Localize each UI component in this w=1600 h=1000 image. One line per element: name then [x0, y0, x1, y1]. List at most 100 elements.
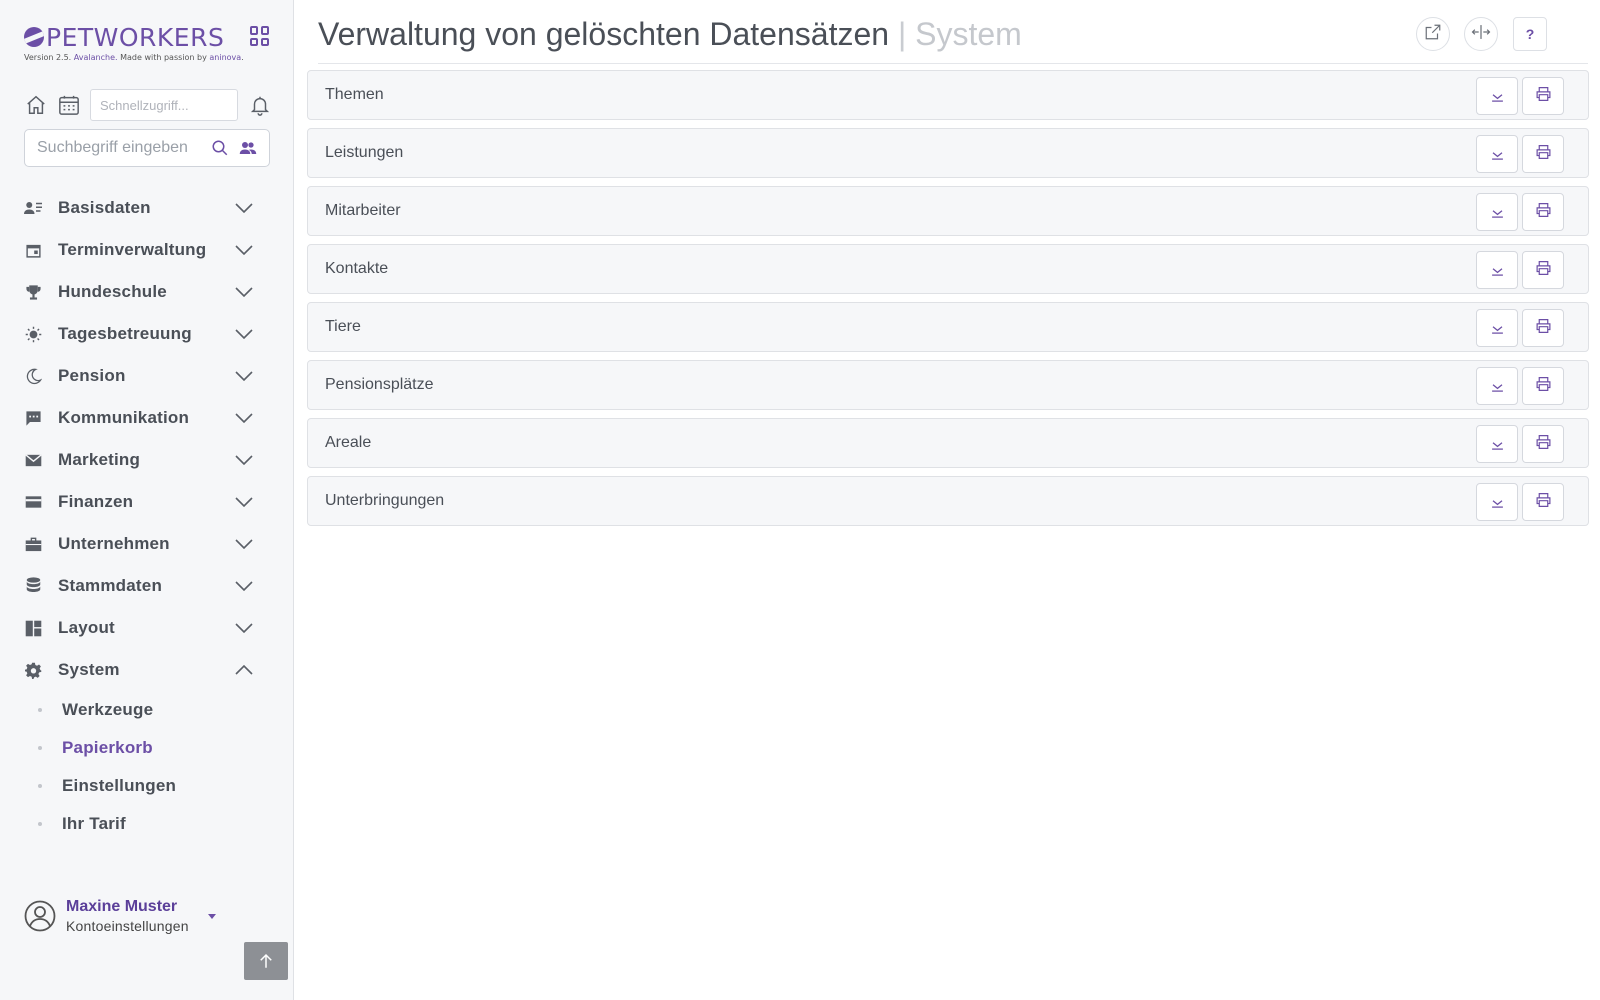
users-icon[interactable] [237, 137, 259, 159]
nav-item-unternehmen[interactable]: Unternehmen [24, 523, 254, 565]
subnav-item-papierkorb[interactable]: Papierkorb [24, 729, 254, 767]
user-menu[interactable]: Maxine Muster Kontoeinstellungen [24, 896, 224, 936]
nav-item-kommunikation[interactable]: Kommunikation [24, 397, 254, 439]
bullet-dot [38, 746, 42, 750]
panel-unterbringungen[interactable]: Unterbringungen [307, 476, 1589, 526]
subnav-label: Werkzeuge [62, 700, 154, 719]
version-name: Avalanche. [73, 53, 118, 62]
home-icon[interactable] [24, 93, 48, 117]
page-header: Verwaltung von gelöschten Datensätzen | … [318, 14, 1588, 64]
nav-label: Terminverwaltung [58, 240, 207, 259]
nav-item-stammdaten[interactable]: Stammdaten [24, 565, 254, 607]
account-settings-link[interactable]: Kontoeinstellungen [66, 917, 189, 935]
panel-pensionsplaetze[interactable]: Pensionsplätze [307, 360, 1589, 410]
brand-logo[interactable]: PETWORKERS [24, 22, 224, 52]
nav-label: Tagesbetreuung [58, 324, 192, 343]
briefcase-icon [24, 535, 42, 553]
open-external-button[interactable] [1416, 17, 1450, 51]
collapse-button[interactable] [1476, 367, 1518, 405]
collapse-button[interactable] [1476, 77, 1518, 115]
nav-label: Layout [58, 618, 115, 637]
subnav-item-einstellungen[interactable]: Einstellungen [24, 767, 254, 805]
database-icon [24, 577, 42, 595]
print-icon [1535, 492, 1552, 512]
print-button[interactable] [1522, 309, 1564, 347]
bullet-dot [38, 708, 42, 712]
chevron-down-icon [234, 366, 254, 386]
bullet-dot [38, 784, 42, 788]
collapse-button[interactable] [1476, 193, 1518, 231]
chevron-down-icon [1491, 435, 1504, 454]
print-button[interactable] [1522, 193, 1564, 231]
expand-horizontal-icon [1471, 24, 1491, 44]
chevron-down-icon [234, 534, 254, 554]
nav-label: Finanzen [58, 492, 134, 511]
person-card-icon [24, 199, 42, 217]
chevron-down-icon [1491, 145, 1504, 164]
sidebar: PETWORKERS Version 2.5. Avalanche. Made … [0, 0, 294, 1000]
page-section: System [915, 16, 1022, 52]
print-button[interactable] [1522, 251, 1564, 289]
nav-label: Marketing [58, 450, 141, 469]
collapse-button[interactable] [1476, 483, 1518, 521]
collapse-button[interactable] [1476, 425, 1518, 463]
chevron-up-icon [234, 660, 254, 680]
print-button[interactable] [1522, 425, 1564, 463]
nav-item-finanzen[interactable]: Finanzen [24, 481, 254, 523]
chevron-down-icon [234, 576, 254, 596]
panel-mitarbeiter[interactable]: Mitarbeiter [307, 186, 1589, 236]
nav-item-layout[interactable]: Layout [24, 607, 254, 649]
nav-item-marketing[interactable]: Marketing [24, 439, 254, 481]
nav-item-hundeschule[interactable]: Hundeschule [24, 271, 254, 313]
print-icon [1535, 260, 1552, 280]
brand: PETWORKERS Version 2.5. Avalanche. Made … [24, 20, 272, 64]
panel-title: Mitarbeiter [325, 202, 401, 219]
avatar-icon [24, 900, 56, 932]
search-icon[interactable] [209, 137, 231, 159]
print-button[interactable] [1522, 483, 1564, 521]
print-button[interactable] [1522, 367, 1564, 405]
layout-icon [24, 619, 42, 637]
collapse-button[interactable] [1476, 309, 1518, 347]
collapse-button[interactable] [1476, 251, 1518, 289]
sun-icon [24, 325, 42, 343]
help-icon: ? [1525, 26, 1535, 42]
expand-width-button[interactable] [1464, 17, 1498, 51]
chevron-down-icon [234, 618, 254, 638]
nav-item-tagesbetreuung[interactable]: Tagesbetreuung [24, 313, 254, 355]
brand-name: PETWORKERS [46, 22, 225, 52]
panel-themen[interactable]: Themen [307, 70, 1589, 120]
print-icon [1535, 318, 1552, 338]
panel-tiere[interactable]: Tiere [307, 302, 1589, 352]
print-button[interactable] [1522, 135, 1564, 173]
subnav-item-werkzeuge[interactable]: Werkzeuge [24, 691, 254, 729]
chevron-down-icon [1491, 319, 1504, 338]
nav-item-pension[interactable]: Pension [24, 355, 254, 397]
panel-areale[interactable]: Areale [307, 418, 1589, 468]
panel-title: Pensionsplätze [325, 376, 434, 393]
print-icon [1535, 144, 1552, 164]
print-button[interactable] [1522, 77, 1564, 115]
chevron-down-icon [1491, 261, 1504, 280]
panel-kontakte[interactable]: Kontakte [307, 244, 1589, 294]
calendar-grid-icon[interactable] [57, 93, 81, 117]
scroll-to-top-button[interactable] [244, 942, 288, 980]
print-icon [1535, 202, 1552, 222]
nav-item-terminverwaltung[interactable]: Terminverwaltung [24, 229, 254, 271]
collapse-button[interactable] [1476, 135, 1518, 173]
help-button[interactable]: ? [1513, 17, 1547, 51]
nav-item-basisdaten[interactable]: Basisdaten [24, 187, 254, 229]
panel-title: Areale [325, 434, 372, 451]
search-box [24, 129, 270, 167]
subnav-item-ihr-tarif[interactable]: Ihr Tarif [24, 805, 254, 843]
user-name: Maxine Muster [66, 898, 178, 915]
search-input[interactable] [37, 139, 205, 157]
nav-item-system[interactable]: System [24, 649, 254, 691]
app-grid-icon[interactable] [250, 26, 270, 46]
bell-icon[interactable] [248, 93, 272, 117]
panel-leistungen[interactable]: Leistungen [307, 128, 1589, 178]
chevron-down-icon [234, 198, 254, 218]
quick-access-input[interactable] [90, 89, 238, 121]
company-name: aninova [209, 53, 242, 62]
system-subnav: Werkzeuge Papierkorb Einstellungen Ihr T… [24, 691, 254, 843]
